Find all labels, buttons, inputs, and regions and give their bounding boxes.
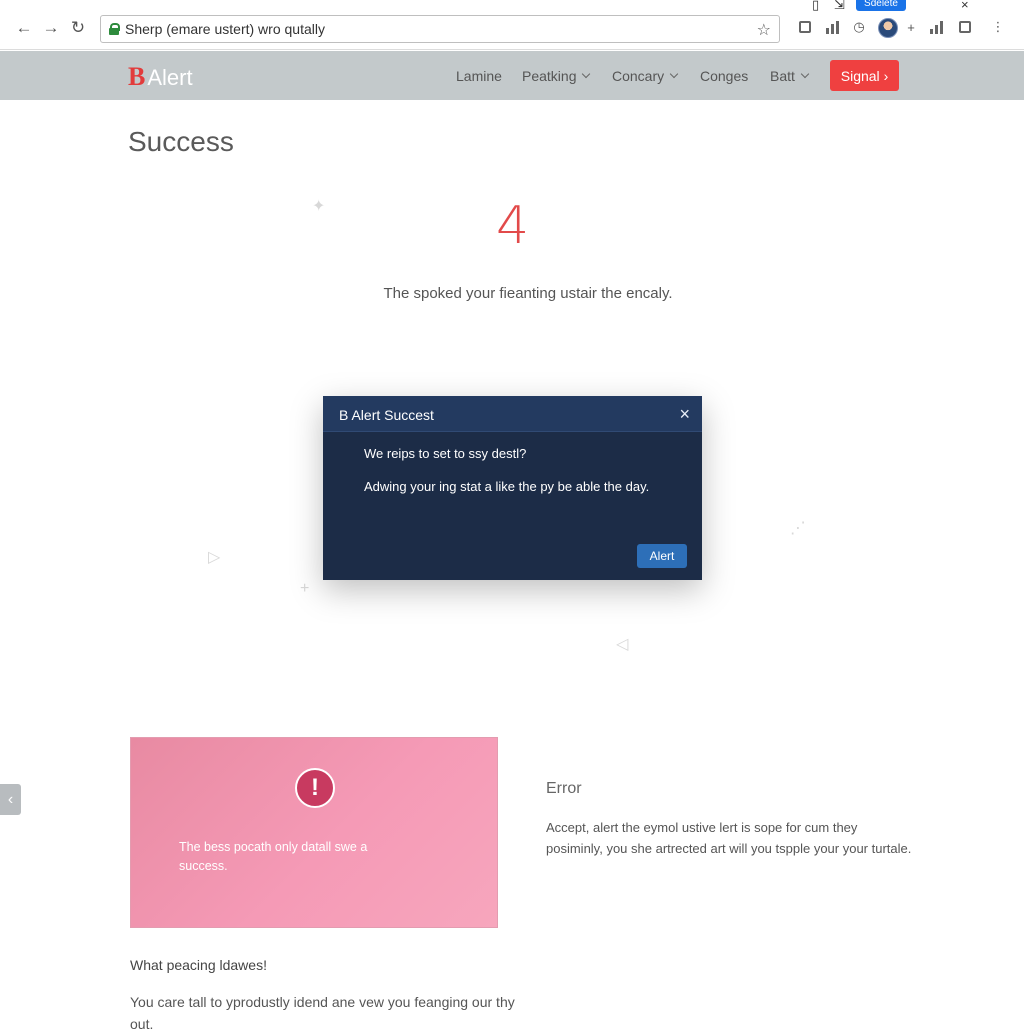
nav-item-batt[interactable]: Batt: [770, 68, 810, 84]
bottom-title: What peacing ldawes!: [130, 957, 267, 973]
avatar[interactable]: [878, 18, 898, 38]
exclamation-icon: !: [295, 768, 335, 808]
back-arrow-icon[interactable]: ←: [13, 17, 35, 39]
chevron-right-icon: ›: [883, 67, 889, 84]
lock-icon: [109, 23, 120, 35]
bookmark-star-icon[interactable]: ☆: [757, 20, 771, 40]
close-icon[interactable]: ×: [679, 404, 690, 425]
back-outline-icon: ◁: [616, 636, 629, 653]
reload-icon[interactable]: ↻: [67, 17, 89, 39]
stats-icon[interactable]: [824, 19, 840, 35]
nav-item-conges[interactable]: Conges: [700, 68, 748, 84]
nav-label: Peatking: [522, 68, 577, 84]
nav-label: Conges: [700, 68, 749, 84]
plus-icon[interactable]: +: [903, 19, 919, 35]
nav-item-peatking[interactable]: Peatking: [522, 68, 591, 84]
chevron-left-icon[interactable]: ‹: [0, 784, 21, 815]
page-title: Success: [128, 126, 234, 157]
nav-label: Batt: [770, 68, 795, 84]
chevron-down-icon: [669, 69, 679, 79]
alert-card: ! The bess pocath only datall swe a succ…: [130, 737, 498, 928]
chevron-down-icon: [582, 69, 591, 79]
extension-icon[interactable]: [797, 19, 813, 35]
nav-item-concary[interactable]: Concary: [612, 68, 679, 84]
modal-body-text: Adwing your ing stat a like the py be ab…: [364, 479, 650, 494]
sparkle-icon: ✦: [312, 198, 326, 215]
play-outline-icon: ▷: [208, 549, 221, 566]
nav-label: Lamine: [456, 68, 502, 84]
logo-letter: B: [128, 62, 146, 91]
modal-question: We reips to set to ssy destl?: [364, 446, 527, 461]
alert-modal: B Alert Succest × We reips to set to ssy…: [323, 396, 702, 580]
error-body: Accept, alert the eymol ustive lert is s…: [546, 820, 912, 856]
signal-button[interactable]: Signal ›: [830, 60, 899, 91]
reader-icon[interactable]: [957, 19, 973, 35]
tab-icon[interactable]: ▯: [812, 0, 819, 13]
signal-button-label: Signal: [840, 67, 880, 84]
nav-item-lamine[interactable]: Lamine: [456, 68, 502, 84]
nav-label: Concary: [612, 68, 665, 84]
modal-header: B Alert Succest ×: [323, 396, 702, 432]
lead-text: The spoked your fieanting ustair the enc…: [383, 285, 673, 302]
window-close-icon[interactable]: ×: [961, 0, 969, 12]
menu-kebab-icon[interactable]: ⋮: [990, 19, 1006, 35]
bottom-body: You care tall to yprodustly idend ane ve…: [130, 994, 515, 1032]
hero-number: 4: [496, 196, 530, 256]
dots-icon: ⋰: [790, 520, 806, 537]
clock-icon[interactable]: ◷: [851, 19, 867, 35]
signal-bars-icon[interactable]: [928, 19, 944, 35]
address-text: Sherp (emare ustert) wro qutally: [125, 21, 325, 37]
error-title: Error: [546, 780, 582, 797]
site-logo[interactable]: B Alert: [128, 62, 193, 92]
chevron-down-icon: [800, 69, 810, 79]
logo-word: Alert: [147, 65, 193, 90]
pin-icon[interactable]: ⇲: [834, 0, 845, 13]
browser-toolbar: ← → ↻ Sherp (emare ustert) wro qutally ☆…: [0, 0, 1024, 50]
modal-alert-button[interactable]: Alert: [637, 544, 687, 568]
modal-title: B Alert Succest: [339, 407, 434, 423]
forward-arrow-icon[interactable]: →: [40, 17, 62, 39]
address-bar[interactable]: Sherp (emare ustert) wro qutally ☆: [100, 15, 780, 43]
site-header: B Alert Lamine Peatking Concary Conges B…: [0, 51, 1024, 100]
sparkle-icon: +: [300, 580, 310, 597]
profile-badge[interactable]: Sdelete: [856, 0, 906, 11]
alert-card-text: The bess pocath only datall swe a succes…: [179, 840, 368, 873]
